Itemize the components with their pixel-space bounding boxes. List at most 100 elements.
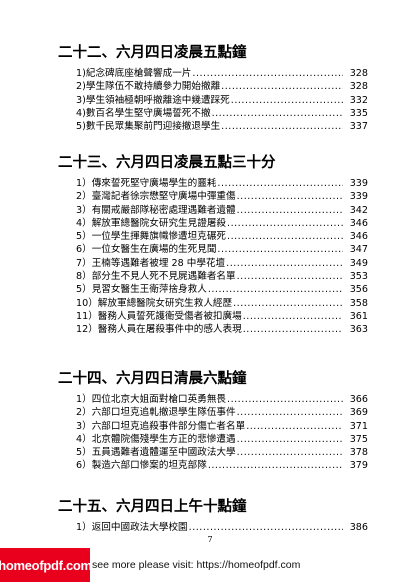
toc-entry[interactable]: 3）六部口坦克追殺事件部分傷亡者名單 371	[58, 420, 368, 433]
dot-leader	[237, 446, 343, 459]
dot-leader	[237, 270, 343, 283]
entry-text: 5）一位學生揮舞旗幟慘遭坦克碾死	[76, 231, 227, 243]
entry-text: 2）臺灣記者徐宗懋堅守廣場中彈重傷	[76, 191, 236, 203]
toc-page: 二十二、六月四日凌晨五點鐘 1)紀念碑底座槍聲響成一片 328 2)學生隊伍不敢持…	[0, 0, 420, 582]
section-title: 二十四、六月四日清晨六點鐘	[58, 371, 247, 387]
entry-page: 347	[349, 244, 368, 256]
entry-text: 1）傳來誓死堅守廣場學生的噩耗	[76, 178, 217, 189]
entry-text: 5)數千民眾集聚前門迎接撤退學生	[76, 121, 221, 133]
dot-leader	[208, 459, 343, 472]
toc-entry[interactable]: 1）返回中國政法大學校園 386	[58, 521, 368, 534]
dot-leader	[246, 420, 343, 433]
toc-section: 二十二、六月四日凌晨五點鐘 1)紀念碑底座槍聲響成一片 328 2)學生隊伍不敢持…	[58, 44, 368, 133]
entry-page: 379	[349, 460, 368, 472]
entry-text: 5）五員遇難者遺體運至中國政法大學	[76, 447, 236, 459]
toc-entry[interactable]: 10）解放軍總醫院女研究生救人經歷 358	[58, 297, 368, 310]
section-title: 二十二、六月四日凌晨五點鐘	[58, 45, 247, 61]
toc-section: 二十四、六月四日清晨六點鐘 1）四位北京大姐面對槍口英勇無畏 366 2）六部口坦…	[58, 370, 368, 473]
entry-text: 6）製造六部口慘案的坦克部隊	[76, 460, 207, 472]
toc-entry[interactable]: 6）一位女醫生在廣場的生死見聞 347	[58, 243, 368, 256]
dot-leader	[192, 67, 343, 80]
toc-entry[interactable]: 5）見習女醫生王衛萍捨身救人 356	[58, 283, 368, 296]
section-title: 二十五、六月四日上午十點鐘	[58, 499, 247, 515]
dot-leader	[231, 94, 343, 107]
entry-page: 358	[349, 297, 368, 309]
watermark-logo[interactable]: homeofpdf.com	[0, 548, 92, 582]
entry-page: 339	[349, 191, 368, 203]
toc-entry[interactable]: 2）六部口坦克追軋撤退學生隊伍事件 369	[58, 406, 368, 419]
toc-entry[interactable]: 1)紀念碑底座槍聲響成一片 328	[58, 67, 368, 80]
toc-entry[interactable]: 4）解放軍總醫院女研究生見證屠殺 346	[58, 217, 368, 230]
entry-page: 366	[349, 394, 368, 405]
dot-leader	[237, 433, 343, 446]
entry-page: 375	[349, 433, 368, 445]
dot-leader	[237, 204, 343, 217]
entry-text: 1）四位北京大姐面對槍口英勇無畏	[76, 394, 227, 405]
dot-leader	[221, 80, 343, 93]
dot-leader	[243, 310, 343, 323]
dot-leader	[208, 283, 343, 296]
entry-page: 332	[349, 94, 368, 106]
entry-page: 339	[349, 178, 368, 189]
dot-leader	[217, 243, 343, 256]
entry-page: 356	[349, 284, 368, 296]
toc-entry[interactable]: 5）五員遇難者遺體運至中國政法大學 378	[58, 446, 368, 459]
toc-section: 二十三、六月四日凌晨五點三十分 1）傳來誓死堅守廣場學生的噩耗 339 2）臺灣記…	[58, 154, 368, 337]
entry-text: 4）解放軍總醫院女研究生見證屠殺	[76, 217, 227, 229]
entry-text: 8）部分生不見人死不見屍遇難者名單	[76, 271, 236, 283]
entry-text: 3）有關戒嚴部隊秘密處理遇難者遺體	[76, 204, 236, 216]
entry-page: 369	[349, 407, 368, 419]
entry-page: 346	[349, 231, 368, 243]
entry-page: 363	[349, 324, 368, 336]
dot-leader	[237, 190, 343, 203]
toc-entry[interactable]: 3）有關戒嚴部隊秘密處理遇難者遺體 342	[58, 204, 368, 217]
entry-text: 3)學生領袖極朝呼撤離途中幾遭踩死	[76, 94, 230, 106]
entry-text: 2)學生隊伍不敢持續參力開始撤離	[76, 81, 221, 93]
toc-entry[interactable]: 3)學生領袖極朝呼撤離途中幾遭踩死 332	[58, 94, 368, 107]
entry-text: 4）北京體院傷殘學生方正的悲慘遭遇	[76, 433, 236, 445]
entry-text: 1）返回中國政法大學校園	[76, 522, 188, 533]
entry-page: 337	[349, 121, 368, 133]
entry-text: 10）解放軍總醫院女研究生救人經歷	[76, 297, 233, 309]
toc-entry[interactable]: 11）醫務人員誓死護衛受傷者被扣廣場 361	[58, 310, 368, 323]
dot-leader	[221, 120, 343, 133]
dot-leader	[226, 257, 343, 270]
entry-page: 328	[349, 81, 368, 93]
page-number: 7	[207, 535, 213, 544]
entry-page: 353	[349, 271, 368, 283]
entry-text: 7）王楠等遇難者被埋 28 中學花壇	[76, 257, 226, 269]
entry-text: 11）醫務人員誓死護衛受傷者被扣廣場	[76, 310, 242, 322]
entry-page: 335	[349, 107, 368, 119]
toc-section: 二十五、六月四日上午十點鐘 1）返回中國政法大學校園 386	[58, 498, 368, 534]
entry-page: 361	[349, 310, 368, 322]
entry-page: 346	[349, 217, 368, 229]
entry-text: 2）六部口坦克追軋撤退學生隊伍事件	[76, 407, 236, 419]
toc-entry[interactable]: 8）部分生不見人死不見屍遇難者名單 353	[58, 270, 368, 283]
entry-page: 328	[349, 68, 368, 79]
dot-leader	[243, 323, 343, 336]
toc-entry[interactable]: 1）四位北京大姐面對槍口英勇無畏 366	[58, 393, 368, 406]
entry-text: 4)數百名學生堅守廣場誓死不撤	[76, 107, 211, 119]
toc-entry[interactable]: 4)數百名學生堅守廣場誓死不撤 335	[58, 107, 368, 120]
entry-page: 342	[349, 204, 368, 216]
dot-leader	[227, 393, 343, 406]
toc-entry[interactable]: 6）製造六部口慘案的坦克部隊 379	[58, 459, 368, 472]
entry-page: 386	[349, 522, 368, 533]
toc-entry[interactable]: 2）臺灣記者徐宗懋堅守廣場中彈重傷 339	[58, 190, 368, 203]
toc-entry[interactable]: 12）醫務人員在屠殺事件中的感人表現 363	[58, 323, 368, 336]
footer-link[interactable]: see more please visit: https://homeofpdf…	[92, 559, 300, 571]
toc-entry[interactable]: 5）一位學生揮舞旗幟慘遭坦克碾死 346	[58, 230, 368, 243]
entry-text: 12）醫務人員在屠殺事件中的感人表現	[76, 324, 242, 336]
toc-entry[interactable]: 4）北京體院傷殘學生方正的悲慘遭遇 375	[58, 433, 368, 446]
entry-text: 3）六部口坦克追殺事件部分傷亡者名單	[76, 420, 246, 432]
dot-leader	[212, 107, 343, 120]
toc-entry[interactable]: 5)數千民眾集聚前門迎接撤退學生 337	[58, 120, 368, 133]
dot-leader	[227, 217, 343, 230]
dot-leader	[189, 521, 343, 534]
toc-entry[interactable]: 2)學生隊伍不敢持續參力開始撤離 328	[58, 80, 368, 93]
toc-entry[interactable]: 1）傳來誓死堅守廣場學生的噩耗 339	[58, 177, 368, 190]
entry-page: 371	[349, 420, 368, 432]
toc-entry[interactable]: 7）王楠等遇難者被埋 28 中學花壇 349	[58, 257, 368, 270]
entry-text: 6）一位女醫生在廣場的生死見聞	[76, 244, 217, 256]
entry-text: 5）見習女醫生王衛萍捨身救人	[76, 284, 207, 296]
